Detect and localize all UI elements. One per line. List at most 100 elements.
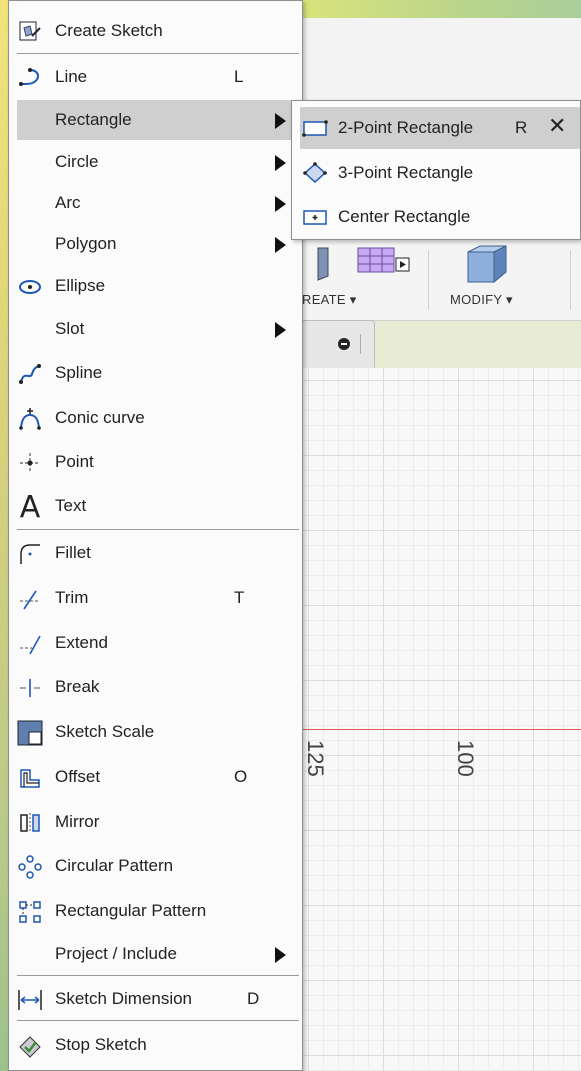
create-menu-label[interactable]: REATE ▾ [302,292,357,308]
menu-item-label: Project / Include [55,944,177,963]
trim-icon [17,586,43,612]
menu-item-label: Mirror [55,812,100,831]
menu-item-fillet[interactable]: Fillet [9,533,302,573]
toolbar: REATE ▾ MODIFY ▾ [300,240,581,321]
submenu-arrow-icon [275,155,286,171]
submenu-arrow-icon [275,322,286,338]
create-grid-icon[interactable] [356,242,412,287]
menu-item-sketch-dimension[interactable]: Sketch Dimension D [9,979,302,1019]
submenu-item-label: 2-Point Rectangle [338,118,474,137]
menu-item-sketch-scale[interactable]: Sketch Scale [9,712,302,752]
menu-item-label: Circle [55,152,99,171]
text-icon: A [19,489,41,525]
menu-item-label: Point [55,452,94,471]
offset-icon [17,765,43,791]
stop-sketch-icon [17,1033,43,1059]
mirror-icon [17,810,43,836]
shortcut-key: L [234,67,244,86]
menu-separator [17,975,299,976]
close-icon[interactable]: ✕ [548,113,566,139]
menu-item-label: Circular Pattern [55,856,174,875]
create-sketch-toolbar-icon[interactable] [314,246,334,287]
sketch-dimension-icon [17,987,43,1013]
shortcut-key: T [234,588,245,607]
menu-item-circular-pattern[interactable]: Circular Pattern [9,846,302,886]
submenu-item-label: Center Rectangle [338,207,471,226]
menu-separator [17,53,299,54]
menu-item-create-sketch[interactable]: Create Sketch [9,11,302,51]
ellipse-icon [17,274,43,300]
point-icon [17,450,43,476]
menu-item-rectangular-pattern[interactable]: Rectangular Pattern [9,891,302,931]
menu-item-label: Arc [55,193,81,212]
menu-item-spline[interactable]: Spline [9,353,302,393]
menu-item-slot[interactable]: Slot [9,309,302,349]
two-point-rectangle-icon [302,116,328,140]
create-dropdown-menu: Create Sketch Line L Rectangle Circle Ar… [8,0,303,1071]
menu-item-label: Sketch Scale [55,722,155,741]
menu-item-rectangle[interactable]: Rectangle [17,100,299,140]
submenu-item-center-rectangle[interactable]: Center Rectangle [292,196,580,238]
menu-item-point[interactable]: Point [9,442,302,482]
menu-item-label: Offset [55,767,101,786]
menu-item-label: Rectangle [55,110,132,129]
submenu-arrow-icon [275,113,286,129]
toolbar-divider [570,250,571,310]
conic-curve-icon [17,406,43,432]
modify-press-pull-icon[interactable] [460,242,516,291]
menu-item-label: Fillet [55,543,91,562]
strip-divider [360,334,361,354]
menu-item-mirror[interactable]: Mirror [9,802,302,842]
menu-item-arc[interactable]: Arc [9,183,302,223]
rectangular-pattern-icon [17,899,43,925]
menu-item-label: Sketch Dimension [55,989,193,1008]
create-sketch-icon [17,19,43,45]
x-axis-line [300,729,581,730]
menu-item-circle[interactable]: Circle [9,142,302,182]
axis-label-100: 100 [453,740,478,777]
menu-item-offset[interactable]: Offset O [9,757,302,797]
menu-item-label: Stop Sketch [55,1035,147,1054]
menu-item-line[interactable]: Line L [9,57,302,97]
menu-item-text[interactable]: A Text [9,486,302,526]
fillet-icon [17,541,43,567]
collapse-icon[interactable] [338,338,350,350]
submenu-arrow-icon [275,237,286,253]
menu-item-ellipse[interactable]: Ellipse [9,266,302,306]
sketch-canvas-grid[interactable] [300,368,581,1071]
menu-item-label: Line [55,67,88,86]
menu-item-label: Extend [55,633,108,652]
menu-item-label: Polygon [55,234,117,253]
menu-item-project-include[interactable]: Project / Include [9,934,302,974]
menu-item-label: Slot [55,319,85,338]
menu-separator [17,529,299,530]
toolbar-divider [428,250,429,310]
three-point-rectangle-icon [302,161,328,185]
menu-item-stop-sketch[interactable]: Stop Sketch [9,1025,302,1065]
menu-item-conic-curve[interactable]: Conic curve [9,398,302,438]
menu-item-label: Ellipse [55,276,106,295]
menu-item-label: Spline [55,363,103,382]
sketch-scale-icon [17,720,43,746]
shortcut-key: R [515,118,528,137]
axis-label-125: 125 [303,740,328,777]
modify-menu-label[interactable]: MODIFY ▾ [450,292,513,308]
menu-item-extend[interactable]: Extend [9,623,302,663]
circular-pattern-icon [17,854,43,880]
submenu-arrow-icon [275,947,286,963]
menu-item-break[interactable]: Break [9,667,302,707]
menu-item-label: Break [55,677,100,696]
break-icon [17,675,43,701]
center-rectangle-icon [302,205,328,229]
background-top [300,0,581,18]
menu-item-trim[interactable]: Trim T [9,578,302,618]
menu-separator [17,1020,299,1021]
submenu-item-2-point-rectangle[interactable]: 2-Point Rectangle R ✕ [300,107,580,149]
browser-collapse-strip[interactable] [300,320,375,370]
spline-icon [17,361,43,387]
menu-item-polygon[interactable]: Polygon [9,224,302,264]
menu-item-label: Trim [55,588,89,607]
menu-item-label: Rectangular Pattern [55,901,207,920]
menu-item-label: Text [55,496,87,515]
submenu-item-3-point-rectangle[interactable]: 3-Point Rectangle [292,152,580,194]
